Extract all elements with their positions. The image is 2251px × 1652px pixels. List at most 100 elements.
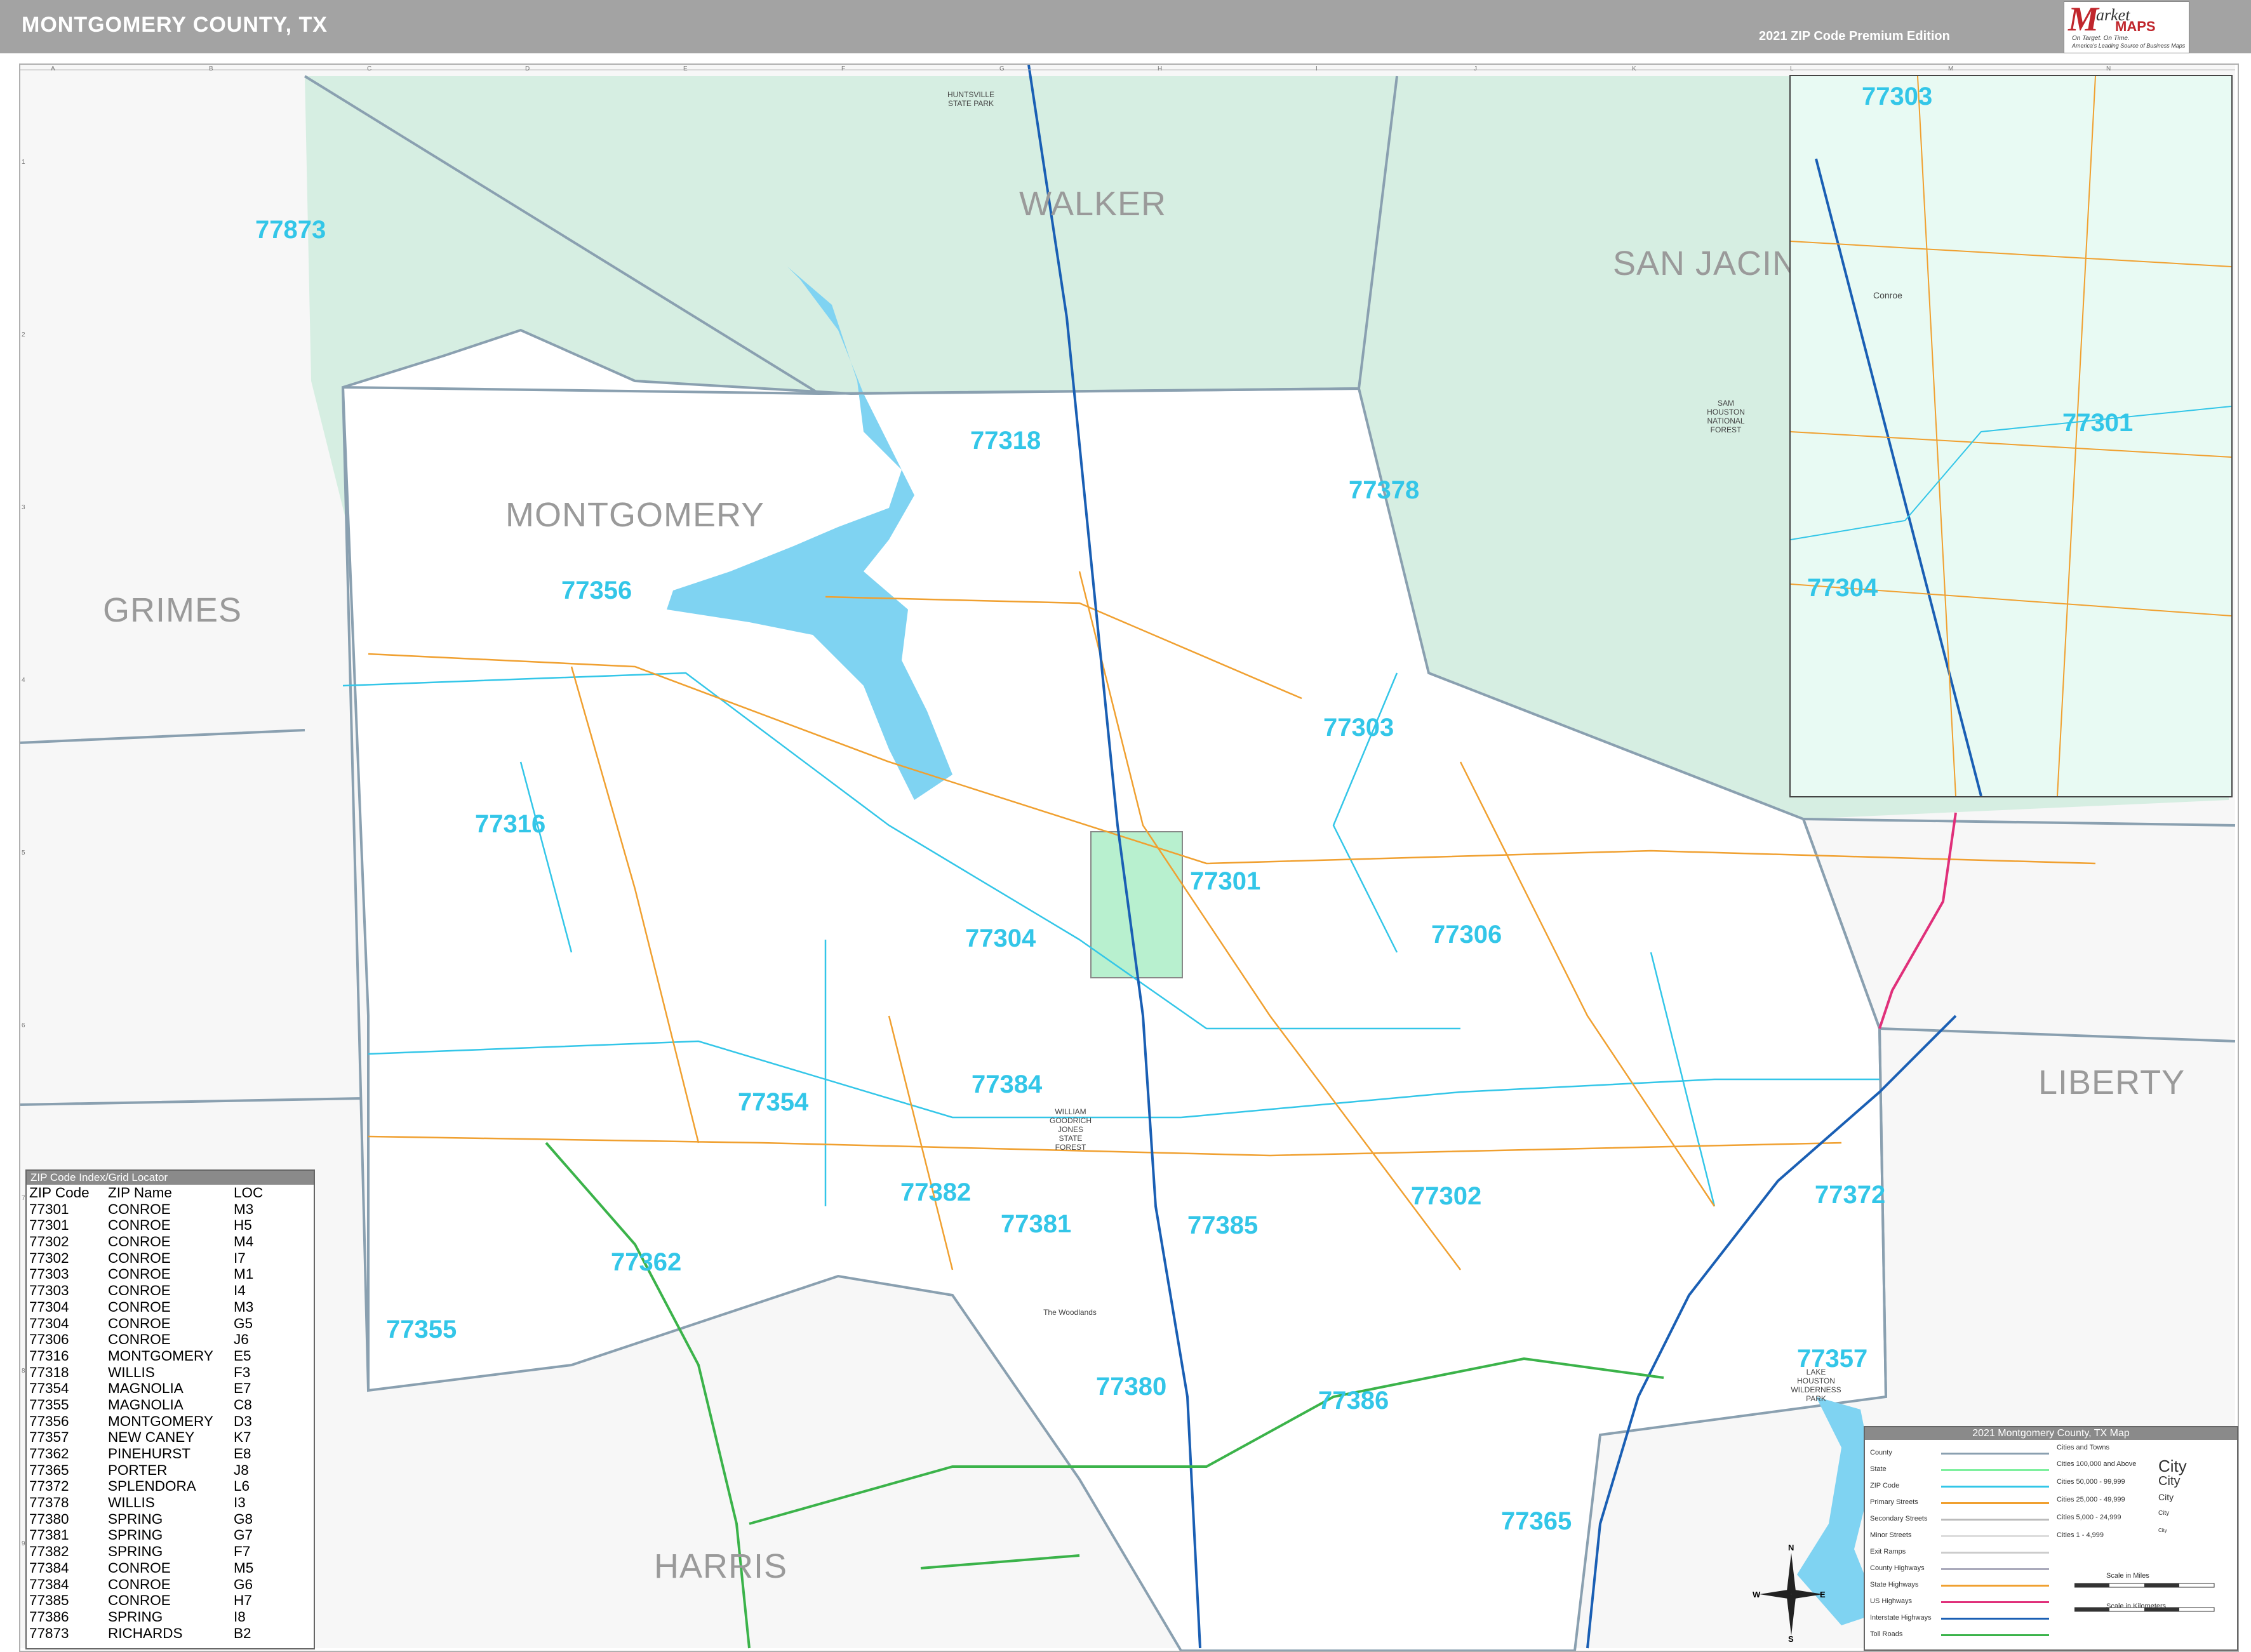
legend-item-swatch <box>1941 1552 2049 1554</box>
zip-index-name: CONROE <box>108 1298 171 1315</box>
zip-index-loc: D3 <box>234 1413 252 1429</box>
zip-index-zip: 77381 <box>29 1527 69 1543</box>
legend-city-range: Cities 5,000 - 24,999 <box>2057 1514 2121 1521</box>
zip-index-row: 77385 CONROE H7 <box>27 1592 314 1609</box>
zip-index-name: PORTER <box>108 1462 168 1478</box>
map-legend: 2021 Montgomery County, TX Map County Sta… <box>1864 1426 2238 1651</box>
zip-label: 77382 <box>900 1178 972 1206</box>
legend-city-sample: City <box>2158 1456 2187 1475</box>
zip-index-zip: 77378 <box>29 1495 69 1511</box>
zip-index-loc: H7 <box>234 1592 252 1609</box>
zip-index-name: SPRING <box>108 1527 163 1543</box>
grid-number: 2 <box>22 331 25 338</box>
zip-index-name: CONROE <box>108 1201 171 1217</box>
map-edition: 2021 ZIP Code Premium Edition <box>1759 29 1950 43</box>
zip-label: 77303 <box>1323 714 1394 742</box>
zip-index-row: 77386 SPRING I8 <box>27 1609 314 1625</box>
county-label-liberty: LIBERTY <box>2038 1063 2186 1102</box>
zip-index-title: ZIP Code Index/Grid Locator <box>27 1171 314 1185</box>
grid-letter: G <box>999 65 1005 72</box>
grid-letter: F <box>841 65 846 72</box>
zip-index-name: CONROE <box>108 1592 171 1609</box>
zip-index-name: MAGNOLIA <box>108 1380 184 1397</box>
legend-city-header: Cities and Towns <box>2057 1444 2109 1451</box>
zip-index-name: CONROE <box>108 1282 171 1299</box>
legend-item-label: Toll Roads <box>1870 1630 1903 1638</box>
zip-index-row: 77354 MAGNOLIA E7 <box>27 1380 314 1397</box>
zip-index-loc: K7 <box>234 1429 251 1446</box>
zip-label: 77381 <box>1001 1210 1072 1238</box>
zip-index-loc: F7 <box>234 1543 251 1560</box>
legend-item-swatch <box>1941 1618 2049 1620</box>
legend-item-label: Secondary Streets <box>1870 1515 1928 1522</box>
inset-interstate-45 <box>1815 158 1982 796</box>
zip-index-name: SPRING <box>108 1543 163 1560</box>
zip-index-row: 77304 CONROE M3 <box>27 1299 314 1316</box>
zip-label: 77873 <box>255 216 326 244</box>
zip-index-header: ZIP Code ZIP Name LOC <box>27 1185 314 1201</box>
county-label-montgomery: MONTGOMERY <box>505 496 765 534</box>
zip-index-loc: M1 <box>234 1266 254 1282</box>
zip-index-name: CONROE <box>108 1217 171 1234</box>
zip-index-name: RICHARDS <box>108 1625 183 1641</box>
legend-city-sample: City <box>2158 1528 2167 1533</box>
zip-index-zip: 77306 <box>29 1331 69 1348</box>
zip-index-zip: 77382 <box>29 1543 69 1560</box>
zip-index-row: 77303 CONROE M1 <box>27 1266 314 1282</box>
zip-label: 77378 <box>1349 476 1420 504</box>
compass-w: W <box>1753 1590 1761 1599</box>
zip-index-zip: 77302 <box>29 1249 69 1266</box>
grid-letter: E <box>683 65 688 72</box>
zip-index-name: CONROE <box>108 1331 171 1348</box>
legend-item-label: ZIP Code <box>1870 1482 1900 1489</box>
zip-index-zip: 77873 <box>29 1625 69 1641</box>
zip-index-name: CONROE <box>108 1234 171 1250</box>
zip-index-row: 77382 SPRING F7 <box>27 1543 314 1560</box>
county-label-harris: HARRIS <box>654 1547 788 1585</box>
zip-index-zip: 77304 <box>29 1298 69 1315</box>
grid-number: 6 <box>22 1022 25 1029</box>
zip-label: 77354 <box>738 1088 809 1116</box>
logo-m-icon: M <box>2068 0 2099 38</box>
grid-letter: D <box>525 65 530 72</box>
scale-bars <box>2074 1583 2215 1612</box>
zip-index-zip: 77362 <box>29 1446 69 1462</box>
zip-label: 77385 <box>1187 1211 1259 1239</box>
grid-letter: B <box>209 65 213 72</box>
grid-number: 7 <box>22 1195 25 1202</box>
county-label-walker: WALKER <box>1019 185 1167 223</box>
zip-index-row: 77355 MAGNOLIA C8 <box>27 1397 314 1413</box>
zip-index-row: 77318 WILLIS F3 <box>27 1364 314 1381</box>
zip-label: 77356 <box>561 576 632 604</box>
zip-index-name: CONROE <box>108 1266 171 1282</box>
inset-city-label: Conroe <box>1873 290 1902 300</box>
zip-index-row: 77381 SPRING G7 <box>27 1527 314 1543</box>
zip-index-loc: E7 <box>234 1380 251 1397</box>
legend-item-label: State Highways <box>1870 1581 1919 1589</box>
zip-index-rows: 77301 CONROE M3 77301 CONROE H5 77302 CONROE M4 7… <box>27 1201 314 1642</box>
grid-letter: J <box>1474 65 1477 72</box>
grid-letter: N <box>2106 65 2111 72</box>
zip-index-row: 77378 WILLIS I3 <box>27 1495 314 1511</box>
zip-label: 77301 <box>1190 867 1261 895</box>
zip-index-zip: 77386 <box>29 1608 69 1625</box>
legend-city-range: Cities 25,000 - 49,999 <box>2057 1496 2125 1503</box>
zip-index-loc: B2 <box>234 1625 251 1641</box>
zip-index-loc: G8 <box>234 1510 253 1527</box>
zip-label: 77372 <box>1815 1181 1886 1209</box>
zip-label: 77318 <box>970 427 1041 455</box>
zip-label: 77355 <box>386 1316 457 1343</box>
zip-index-loc: J8 <box>234 1462 249 1478</box>
zip-index-zip: 77355 <box>29 1396 69 1413</box>
zip-index-loc: M5 <box>234 1559 254 1576</box>
grid-number: 5 <box>22 849 25 856</box>
zip-label: 77386 <box>1318 1387 1389 1415</box>
zip-index-zip: 77357 <box>29 1429 69 1446</box>
zip-index-loc: I7 <box>234 1249 246 1266</box>
legend-city-sample: City <box>2158 1492 2174 1502</box>
zip-index-name: MONTGOMERY <box>108 1347 213 1364</box>
zip-index-header-loc: LOC <box>234 1185 264 1201</box>
zip-index-loc: M4 <box>234 1234 254 1250</box>
legend-item-swatch <box>1941 1453 2049 1455</box>
map-title: MONTGOMERY COUNTY, TX <box>22 13 328 37</box>
